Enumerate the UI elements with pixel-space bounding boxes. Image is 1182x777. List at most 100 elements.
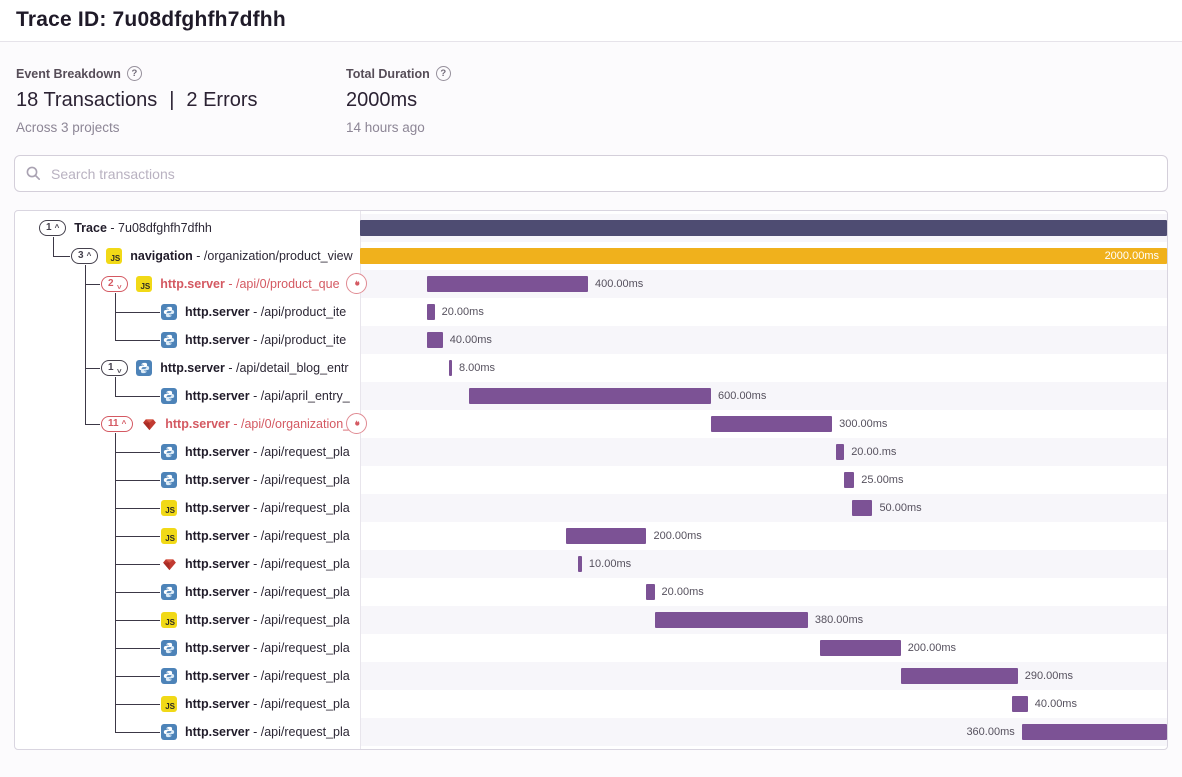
duration-label: 20.00ms: [442, 306, 484, 318]
span-bar[interactable]: [1012, 696, 1028, 712]
expand-badge[interactable]: 1^: [101, 360, 128, 376]
op-separator: -: [253, 669, 257, 683]
span-path: /api/request_pla: [261, 501, 350, 515]
span-bar[interactable]: [901, 668, 1018, 684]
span-path: /api/0/product_que: [236, 277, 340, 291]
tree-connector: [115, 480, 160, 481]
expand-badge[interactable]: 3^: [71, 248, 98, 264]
span-bar[interactable]: [655, 612, 808, 628]
span-bar[interactable]: [427, 332, 443, 348]
event-breakdown-value: 18 Transactions|2 Errors: [16, 89, 346, 112]
span-path: /organization/product_view: [204, 249, 353, 263]
op-separator: -: [253, 697, 257, 711]
caret-up-icon: ^: [55, 224, 60, 232]
trace-row[interactable]: JS http.server - /api/request_pla 200.00ms: [15, 522, 1167, 550]
child-count: 2: [108, 278, 114, 290]
expand-badge[interactable]: 2^: [101, 276, 128, 292]
trace-row[interactable]: 2^JShttp.server - /api/0/product_que400.…: [15, 270, 1167, 298]
span-description: http.server - /api/request_pla: [15, 578, 360, 606]
help-icon[interactable]: ?: [436, 66, 451, 81]
span-description: http.server - /api/request_pla: [15, 718, 360, 746]
js-platform-icon: JS: [161, 612, 177, 628]
span-bar[interactable]: [578, 556, 582, 572]
span-op: http.server: [185, 529, 250, 543]
expand-badge[interactable]: 1^: [39, 220, 66, 236]
span-bar[interactable]: [1022, 724, 1167, 740]
js-platform-icon: JS: [161, 500, 177, 516]
search-input[interactable]: [14, 155, 1168, 192]
ruby-platform-icon: [161, 556, 177, 572]
span-op: http.server: [185, 585, 250, 599]
duration-label: 380.00ms: [815, 614, 863, 626]
span-description: http.server - /api/product_ite: [15, 298, 360, 326]
trace-row[interactable]: 3^JSnavigation - /organization/product_v…: [15, 242, 1167, 270]
trace-row[interactable]: JShttp.server - /api/request_pla50.00ms: [15, 494, 1167, 522]
trace-row[interactable]: JShttp.server - /api/request_pla40.00ms: [15, 690, 1167, 718]
span-bar[interactable]: [427, 276, 588, 292]
python-platform-icon: [161, 304, 177, 320]
span-bar[interactable]: [711, 416, 832, 432]
trace-row[interactable]: http.server - /api/request_pla360.00ms: [15, 718, 1167, 746]
span-path: /api/request_pla: [261, 529, 350, 543]
span-op: http.server: [185, 669, 250, 683]
python-platform-icon: [136, 360, 152, 376]
span-bar[interactable]: [646, 584, 654, 600]
span-bar[interactable]: [469, 388, 711, 404]
span-bar[interactable]: [566, 528, 647, 544]
span-op: Trace: [74, 221, 107, 235]
span-bar[interactable]: [852, 500, 872, 516]
trace-row[interactable]: http.server - /api/product_ite40.00ms: [15, 326, 1167, 354]
error-fire-icon[interactable]: [346, 413, 367, 434]
trace-row[interactable]: 1^Trace - 7u08dfghfh7dfhh: [15, 214, 1167, 242]
span-bar[interactable]: [820, 640, 901, 656]
error-fire-icon[interactable]: [346, 273, 367, 294]
trace-bar[interactable]: [360, 220, 1167, 236]
event-breakdown-label-row: Event Breakdown ?: [16, 66, 346, 81]
trace-row[interactable]: http.server - /api/request_pla25.00ms: [15, 466, 1167, 494]
op-separator: -: [253, 305, 257, 319]
op-separator: -: [253, 529, 257, 543]
trace-row[interactable]: http.server - /api/request_pla20.00ms: [15, 578, 1167, 606]
expand-badge[interactable]: 11^: [101, 416, 133, 432]
projects-subtext: Across 3 projects: [16, 120, 346, 135]
tree-connector: [115, 620, 160, 621]
trace-row[interactable]: http.server - /api/product_ite 20.00ms: [15, 298, 1167, 326]
span-bar[interactable]: [427, 304, 435, 320]
span-path: /api/request_pla: [261, 641, 350, 655]
total-duration-label-row: Total Duration ?: [346, 66, 451, 81]
trace-row[interactable]: 1^http.server - /api/detail_blog_entr8.0…: [15, 354, 1167, 382]
op-separator: -: [253, 445, 257, 459]
span-bar[interactable]: [836, 444, 844, 460]
trace-row[interactable]: http.server - /api/april_entry_600.00ms: [15, 382, 1167, 410]
span-description: 1^Trace - 7u08dfghfh7dfhh: [15, 214, 360, 242]
duration-label: 200.00ms: [653, 530, 701, 542]
span-op: http.server: [185, 641, 250, 655]
help-icon[interactable]: ?: [127, 66, 142, 81]
op-separator: -: [228, 277, 232, 291]
span-op: http.server: [185, 697, 250, 711]
trace-row[interactable]: http.server - /api/request_pla200.00ms: [15, 634, 1167, 662]
span-description: JShttp.server - /api/request_pla: [15, 494, 360, 522]
tree-connector: [115, 377, 116, 396]
trace-row[interactable]: 11^http.server - /api/0/organization_300…: [15, 410, 1167, 438]
js-platform-icon: JS: [161, 528, 177, 544]
tree-connector: [115, 564, 160, 565]
trace-row[interactable]: JShttp.server - /api/request_pla380.00ms: [15, 606, 1167, 634]
transactions-count: 18 Transactions: [16, 89, 157, 111]
span-op: http.server: [160, 361, 225, 375]
child-count: 11: [108, 418, 119, 430]
span-bar[interactable]: [449, 360, 452, 376]
span-path: /api/request_pla: [261, 445, 350, 459]
span-description: 2^JShttp.server - /api/0/product_que: [15, 270, 360, 298]
trace-row[interactable]: http.server - /api/request_pla20.00.ms: [15, 438, 1167, 466]
trace-row[interactable]: http.server - /api/request_pla10.00ms: [15, 550, 1167, 578]
trace-row[interactable]: http.server - /api/request_pla290.00ms: [15, 662, 1167, 690]
span-bar[interactable]: [844, 472, 854, 488]
tree-connector: [115, 452, 160, 453]
op-separator: -: [228, 361, 232, 375]
span-op: http.server: [185, 501, 250, 515]
python-platform-icon: [161, 472, 177, 488]
page-header: Trace ID: 7u08dfghfh7dfhh: [0, 0, 1182, 42]
child-count: 3: [78, 250, 84, 262]
span-description: 1^http.server - /api/detail_blog_entr: [15, 354, 360, 382]
